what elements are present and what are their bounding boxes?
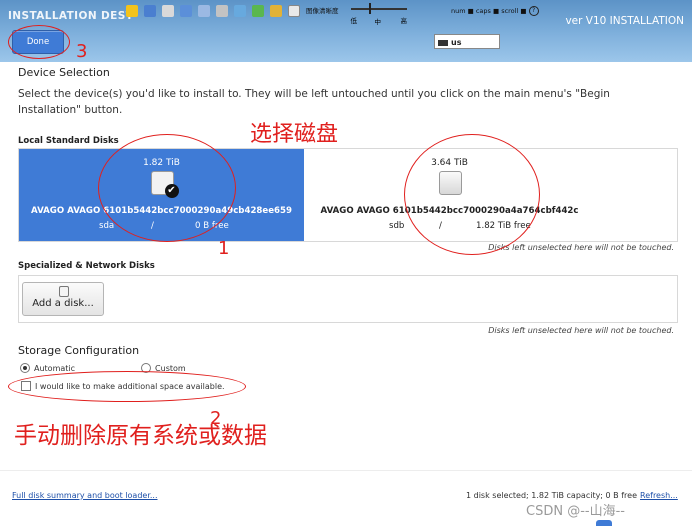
annotation-circle-disk1 — [98, 134, 236, 242]
annotation-number-3: 3 — [76, 41, 88, 62]
ime-mid-label: 中 — [374, 18, 382, 26]
keyboard-icon — [438, 39, 448, 46]
annotation-number-1: 1 — [218, 238, 230, 259]
ime-label: 图像清晰度 — [306, 7, 339, 15]
disk-icon — [59, 286, 69, 297]
specialized-disks-note: Disks left unselected here will not be t… — [488, 326, 674, 335]
selection-status: 1 disk selected; 1.82 TiB capacity; 0 B … — [466, 491, 637, 500]
keyboard-layout: us — [451, 38, 462, 47]
annotation-select-disk: 选择磁盘 — [250, 122, 339, 147]
local-disks-note: Disks left unselected here will not be t… — [488, 243, 674, 252]
ime-low-label: 低 — [350, 17, 358, 25]
disk-device: sdb — [389, 221, 405, 231]
storage-config-heading: Storage Configuration — [18, 344, 140, 357]
tray-tools-icon[interactable] — [234, 5, 246, 17]
header-bar: INSTALLATION DEST ver V10 INSTALLATION 图… — [0, 0, 692, 62]
device-selection-description: Select the device(s) you'd like to insta… — [18, 88, 610, 116]
specialized-disks-panel — [18, 275, 678, 323]
ime-slider[interactable]: 低 中 高 — [345, 2, 415, 26]
tray-display-icon[interactable] — [288, 5, 300, 17]
add-disk-label: Add a disk... — [32, 298, 94, 309]
automatic-radio[interactable] — [20, 363, 30, 373]
automatic-label: Automatic — [34, 363, 76, 373]
tray-input-icon[interactable] — [270, 5, 282, 17]
specialized-disks-heading: Specialized & Network Disks — [18, 261, 155, 271]
tray-network-icon[interactable] — [198, 5, 210, 17]
disk-summary-link[interactable]: Full disk summary and boot loader... — [12, 491, 158, 500]
add-disk-button[interactable]: Add a disk... — [22, 282, 104, 316]
ime-high-label: 高 — [400, 17, 408, 25]
tray-window-icon[interactable] — [180, 5, 192, 17]
annotation-delete-note: 手动删除原有系统或数据 — [14, 423, 267, 449]
device-selection-heading: Device Selection — [18, 66, 110, 79]
watermark: CSDN @--山海-- — [526, 504, 625, 519]
local-disks-heading: Local Standard Disks — [18, 136, 119, 146]
product-title: ver V10 INSTALLATION — [565, 15, 684, 27]
tray-move-icon[interactable] — [144, 5, 156, 17]
keyboard-indicator[interactable]: us — [434, 34, 500, 49]
refresh-link[interactable]: Refresh... — [640, 491, 678, 500]
corner-indicator — [596, 520, 612, 526]
lock-status-text: num ■ caps ■ scroll ■ — [451, 7, 527, 15]
tray-app-icon[interactable] — [126, 5, 138, 17]
tray-arrow-icon[interactable] — [162, 5, 174, 17]
annotation-circle-checkbox — [8, 371, 246, 402]
system-tray: 图像清晰度 低 中 高 — [126, 2, 415, 26]
annotation-circle-done — [8, 25, 70, 59]
disk-device: sda — [99, 221, 115, 231]
annotation-circle-disk2 — [404, 134, 540, 255]
page-title: INSTALLATION DEST — [8, 10, 134, 22]
help-icon[interactable]: ? — [528, 6, 539, 16]
tray-update-icon[interactable] — [252, 5, 264, 17]
lock-indicators: num ■ caps ■ scroll ■ ? — [451, 6, 539, 16]
tray-settings-icon[interactable] — [216, 5, 228, 17]
